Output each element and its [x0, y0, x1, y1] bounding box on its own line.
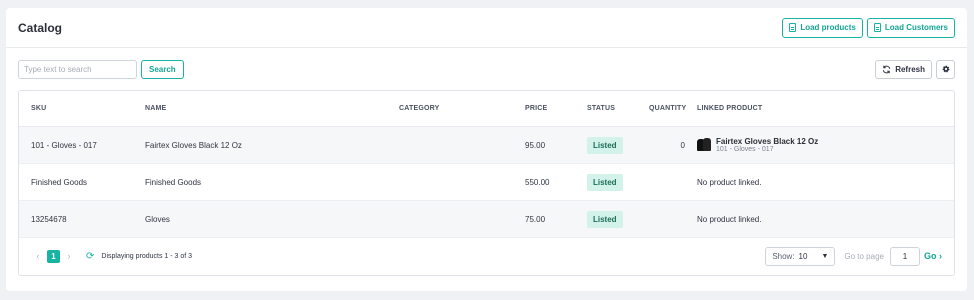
col-linked-header[interactable]: LINKED PRODUCT [697, 105, 954, 112]
go-label: Go [923, 251, 937, 261]
linked-product-title: Fairtex Gloves Black 12 Oz [716, 137, 819, 146]
cell-linked-product: Fairtex Gloves Black 12 Oz 101 - Gloves … [697, 137, 954, 153]
load-customers-button[interactable]: Load Customers [866, 17, 955, 38]
card-header: Catalog Load products Load Customers [6, 8, 967, 48]
col-sku-header[interactable]: SKU [19, 105, 145, 112]
cell-sku: 13254678 [31, 214, 67, 224]
col-name-header[interactable]: NAME [145, 105, 399, 112]
cell-price: 95.00 [525, 140, 546, 150]
goto-label: Go to page [844, 251, 884, 261]
page-title: Catalog [18, 20, 63, 35]
col-quantity-header[interactable]: QUANTITY [649, 105, 697, 112]
cell-status: Listed [587, 173, 649, 191]
chevron-right-icon[interactable]: › [62, 251, 76, 261]
page-number-current[interactable]: 1 [47, 249, 60, 263]
show-value: 10 [798, 251, 808, 261]
page-size-select[interactable]: Show: 10 ▼ [765, 246, 836, 266]
product-thumbnail [697, 138, 712, 152]
catalog-card: Catalog Load products Load Customers Sea… [6, 8, 967, 291]
cell-price: 550.00 [525, 177, 550, 187]
show-label: Show: [772, 251, 795, 261]
linked-product[interactable]: Fairtex Gloves Black 12 Oz 101 - Gloves … [697, 137, 954, 153]
col-category-header[interactable]: CATEGORY [399, 105, 525, 112]
products-table: SKU NAME CATEGORY PRICE STATUS QUANTITY … [18, 90, 955, 276]
col-status-header[interactable]: STATUS [587, 105, 649, 112]
cell-linked-product: No product linked. [697, 214, 762, 224]
cell-sku: Finished Goods [31, 177, 88, 187]
table-header: SKU NAME CATEGORY PRICE STATUS QUANTITY … [19, 91, 954, 127]
cell-name: Gloves [145, 214, 170, 224]
document-icon [789, 23, 797, 32]
cell-price: 75.00 [525, 214, 546, 224]
load-products-button[interactable]: Load products [782, 17, 863, 38]
goto-page-input[interactable] [889, 246, 920, 266]
cell-sku: 101 - Gloves - 017 [31, 140, 97, 150]
status-badge: Listed [587, 136, 623, 154]
gear-icon [942, 65, 949, 73]
chevron-left-icon[interactable]: ‹ [31, 251, 45, 261]
chevron-right-icon: › [939, 251, 942, 261]
status-badge: Listed [587, 210, 623, 228]
cell-status: Listed [587, 210, 649, 228]
table-row[interactable]: 13254678 Gloves 75.00 Listed No product … [19, 201, 954, 238]
table-row[interactable]: Finished Goods Finished Goods 550.00 Lis… [19, 164, 954, 201]
document-icon [873, 23, 881, 32]
load-customers-label: Load Customers [884, 23, 948, 32]
linked-product-sku: 101 - Gloves - 017 [716, 146, 774, 153]
cell-quantity: 0 [680, 140, 685, 150]
table-footer: ‹ 1 › ⟳ Displaying products 1 - 3 of 3 S… [19, 237, 954, 275]
refresh-label: Refresh [895, 64, 925, 74]
reload-icon[interactable]: ⟳ [86, 251, 94, 262]
cell-linked-product: No product linked. [697, 177, 762, 187]
load-products-label: Load products [800, 23, 856, 32]
cell-name: Finished Goods [145, 177, 202, 187]
settings-button[interactable] [936, 59, 955, 79]
toolbar: Search Refresh [6, 48, 967, 90]
go-button[interactable]: Go › [924, 251, 942, 261]
table-row[interactable]: 101 - Gloves - 017 Fairtex Gloves Black … [19, 127, 954, 164]
chevron-down-icon: ▼ [821, 252, 829, 260]
cell-name: Fairtex Gloves Black 12 Oz [145, 140, 242, 150]
status-badge: Listed [587, 173, 623, 191]
displaying-info: Displaying products 1 - 3 of 3 [101, 252, 193, 260]
refresh-icon [883, 65, 891, 73]
cell-status: Listed [587, 136, 649, 154]
col-price-header[interactable]: PRICE [525, 105, 587, 112]
refresh-button[interactable]: Refresh [875, 59, 932, 79]
search-input[interactable] [18, 59, 137, 79]
search-button[interactable]: Search [141, 59, 184, 79]
